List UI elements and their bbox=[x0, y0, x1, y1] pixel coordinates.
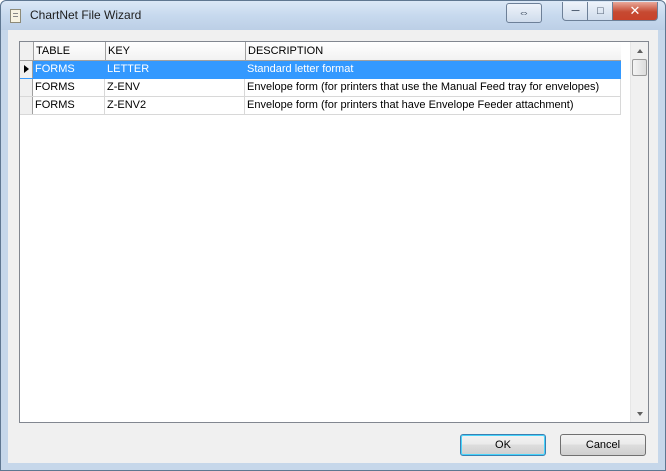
grid-corner-header[interactable] bbox=[20, 42, 33, 60]
dialog-client-area: TABLE KEY DESCRIPTION FORMS LETTER Stand… bbox=[8, 30, 658, 463]
row-header[interactable] bbox=[20, 61, 33, 78]
app-document-icon bbox=[10, 9, 21, 23]
close-button[interactable]: ✕ bbox=[612, 2, 658, 21]
vertical-scrollbar[interactable] bbox=[630, 42, 648, 422]
maximize-button[interactable]: □ bbox=[587, 2, 614, 21]
column-header-key[interactable]: KEY bbox=[105, 42, 245, 60]
cell-key[interactable]: LETTER bbox=[105, 61, 245, 78]
scroll-up-button[interactable] bbox=[631, 42, 648, 59]
cell-key[interactable]: Z-ENV2 bbox=[105, 97, 245, 114]
close-icon: ✕ bbox=[629, 3, 641, 18]
ok-button[interactable]: OK bbox=[460, 434, 546, 456]
table-row[interactable]: FORMS LETTER Standard letter format bbox=[20, 61, 621, 79]
window-title: ChartNet File Wizard bbox=[30, 8, 142, 22]
wizard-window: ChartNet File Wizard ⇔ ─ □ ✕ TABLE KEY D… bbox=[0, 0, 666, 471]
maximize-icon: □ bbox=[597, 5, 604, 17]
resize-toggle-button[interactable]: ⇔ bbox=[506, 3, 542, 23]
table-row[interactable]: FORMS Z-ENV Envelope form (for printers … bbox=[20, 79, 621, 97]
minimize-icon: ─ bbox=[571, 5, 580, 17]
row-header[interactable] bbox=[20, 97, 33, 114]
cell-table[interactable]: FORMS bbox=[33, 79, 105, 96]
cell-key[interactable]: Z-ENV bbox=[105, 79, 245, 96]
cell-table[interactable]: FORMS bbox=[33, 97, 105, 114]
arrow-up-icon bbox=[636, 48, 643, 53]
cell-description[interactable]: Envelope form (for printers that have En… bbox=[245, 97, 621, 114]
table-row[interactable]: FORMS Z-ENV2 Envelope form (for printers… bbox=[20, 97, 621, 115]
grid-header-row: TABLE KEY DESCRIPTION bbox=[20, 42, 621, 61]
data-grid: TABLE KEY DESCRIPTION FORMS LETTER Stand… bbox=[19, 41, 649, 423]
cell-description[interactable]: Envelope form (for printers that use the… bbox=[245, 79, 621, 96]
scrollbar-thumb[interactable] bbox=[632, 59, 647, 76]
minimize-button[interactable]: ─ bbox=[562, 2, 589, 21]
title-bar[interactable]: ChartNet File Wizard ⇔ ─ □ ✕ bbox=[1, 1, 665, 30]
grid-rows-area: TABLE KEY DESCRIPTION FORMS LETTER Stand… bbox=[20, 42, 630, 422]
current-row-arrow-icon bbox=[24, 65, 29, 73]
arrow-down-icon bbox=[636, 411, 643, 416]
cell-description[interactable]: Standard letter format bbox=[245, 61, 621, 78]
cancel-button[interactable]: Cancel bbox=[560, 434, 646, 456]
cell-table[interactable]: FORMS bbox=[33, 61, 105, 78]
scroll-down-button[interactable] bbox=[631, 405, 648, 422]
column-header-description[interactable]: DESCRIPTION bbox=[245, 42, 621, 60]
double-arrow-icon: ⇔ bbox=[518, 7, 530, 19]
row-header[interactable] bbox=[20, 79, 33, 96]
column-header-table[interactable]: TABLE bbox=[33, 42, 105, 60]
